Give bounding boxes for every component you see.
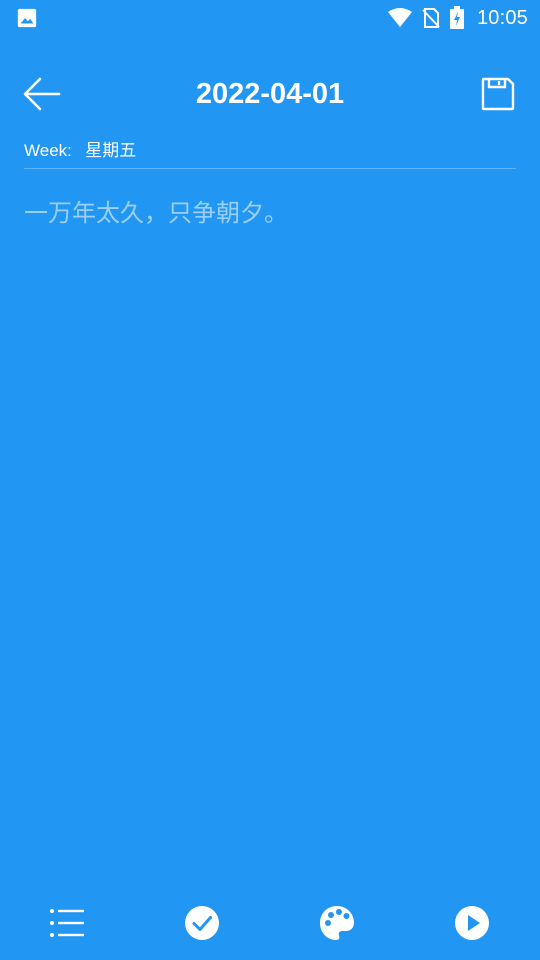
week-label: Week: [24,141,72,160]
note-editor-placeholder[interactable]: 一万年太久，只争朝夕。 [24,195,516,231]
week-value: 星期五 [85,141,137,161]
theme-color-button[interactable] [318,904,356,942]
done-button[interactable] [183,904,221,942]
floppy-disk-icon [481,77,515,111]
save-button[interactable] [480,76,516,112]
battery-charging-icon [449,6,464,29]
status-icons: 10:05 [387,0,528,36]
page-title: 2022-04-01 [195,78,345,110]
wifi-icon [387,8,412,27]
status-bar: 10:05 [0,0,540,36]
bottom-toolbar [0,890,540,954]
clock: 10:05 [476,6,528,29]
play-circle-icon [455,906,489,940]
no-sim-icon [422,8,440,28]
toolbar: 2022-04-01 [0,64,540,124]
list-button[interactable] [48,904,86,942]
gallery-icon [17,8,37,28]
week-row: Week: 星期五 [24,138,516,169]
list-icon [50,909,84,937]
play-button[interactable] [453,904,491,942]
palette-icon [320,906,354,940]
check-circle-icon [185,906,219,940]
